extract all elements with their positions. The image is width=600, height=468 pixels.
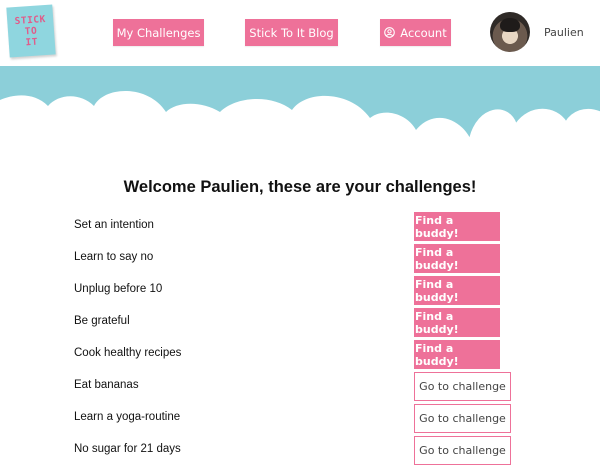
challenge-title: Cook healthy recipes [74,347,182,359]
challenge-row: Eat bananas Go to challenge [0,372,600,402]
stick-to-it-logo[interactable]: STICK TO IT [6,4,56,58]
user-circle-icon [384,27,396,38]
cloud-banner [0,66,600,139]
challenge-row: Unplug before 10 Find a buddy! [0,276,600,306]
page-title: Welcome Paulien, these are your challeng… [123,178,477,196]
my-challenges-button[interactable]: My Challenges [113,19,204,46]
challenge-row: Learn a yoga-routine Go to challenge [0,404,600,434]
username[interactable]: Paulien [544,26,584,39]
challenge-title: Eat bananas [74,379,139,391]
logo-line-3: IT [25,36,39,48]
avatar[interactable] [490,12,530,52]
challenge-title: Set an intention [74,219,154,231]
challenge-title: Unplug before 10 [74,283,163,295]
account-button[interactable]: Account [380,19,451,46]
challenge-row: Be grateful Find a buddy! [0,308,600,338]
blog-label: Stick To It Blog [249,25,334,40]
find-buddy-button[interactable]: Find a buddy! [414,340,500,369]
blog-button[interactable]: Stick To It Blog [245,19,338,46]
go-to-challenge-button[interactable]: Go to challenge [414,404,511,433]
challenge-title: Learn to say no [74,251,154,263]
find-buddy-button[interactable]: Find a buddy! [414,244,500,273]
go-to-challenge-button[interactable]: Go to challenge [414,436,511,465]
find-buddy-button[interactable]: Find a buddy! [414,276,500,305]
challenge-row: Cook healthy recipes Find a buddy! [0,340,600,370]
go-to-challenge-button[interactable]: Go to challenge [414,372,511,401]
find-buddy-button[interactable]: Find a buddy! [414,308,500,337]
my-challenges-label: My Challenges [116,25,201,40]
account-label: Account [400,25,447,40]
challenge-title: Learn a yoga-routine [74,411,181,423]
header: STICK TO IT My Challenges Stick To It Bl… [0,0,600,66]
challenge-row: Set an intention Find a buddy! [0,212,600,242]
challenge-title: Be grateful [74,315,130,327]
challenge-row: Learn to say no Find a buddy! [0,244,600,274]
find-buddy-button[interactable]: Find a buddy! [414,212,500,241]
challenge-title: No sugar for 21 days [74,443,181,455]
challenge-row: No sugar for 21 days Go to challenge [0,436,600,466]
